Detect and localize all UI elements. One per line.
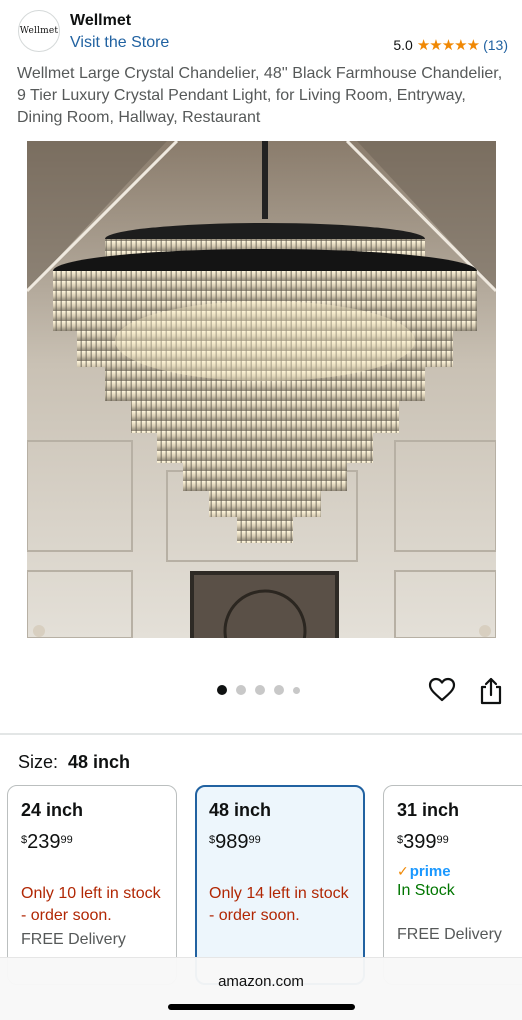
chandelier-illustration xyxy=(27,141,496,638)
share-icon xyxy=(480,677,502,705)
browser-address-bar[interactable]: amazon.com xyxy=(0,957,522,1020)
carousel-dot[interactable] xyxy=(255,685,265,695)
delivery-info: FREE Delivery xyxy=(397,926,502,943)
heart-icon xyxy=(428,677,456,702)
availability: In Stock xyxy=(397,882,455,899)
rating-count[interactable]: (13) xyxy=(483,37,508,53)
variant-price: $ 399 99 xyxy=(397,831,522,853)
price-whole: 239 xyxy=(27,831,61,853)
price-cents: 99 xyxy=(60,834,73,846)
product-title: Wellmet Large Crystal Chandelier, 48'' B… xyxy=(17,65,503,126)
carousel-dot[interactable] xyxy=(236,685,246,695)
stock-warning: Only 14 left in stock - order soon. xyxy=(209,885,349,924)
carousel-dot[interactable] xyxy=(274,685,284,695)
carousel-dot[interactable] xyxy=(293,686,300,694)
variant-name: 31 inch xyxy=(397,800,460,820)
brand-name: Wellmet xyxy=(70,12,132,29)
image-carousel-dots[interactable] xyxy=(217,685,300,695)
visit-store-link[interactable]: Visit the Store xyxy=(70,34,169,52)
star-rating-icon: ★★★★★ xyxy=(416,37,480,54)
share-button[interactable] xyxy=(478,676,504,706)
carousel-dot-active[interactable] xyxy=(217,685,227,695)
variant-price: $ 989 99 xyxy=(209,831,351,853)
home-indicator[interactable] xyxy=(168,1004,355,1010)
selected-size: 48 inch xyxy=(68,752,131,772)
wishlist-button[interactable] xyxy=(428,676,456,704)
variant-card-31-inch[interactable]: 31 inch $ 399 99 ✓ prime In Stock FREE D… xyxy=(383,785,522,985)
delivery-info: FREE Delivery xyxy=(21,931,126,948)
price-cents: 99 xyxy=(248,834,261,846)
price-cents: 99 xyxy=(436,834,449,846)
brand-header: Wellmet Wellmet Visit the Store 5.0 ★★★★… xyxy=(16,8,512,56)
variant-name: 48 inch xyxy=(209,800,272,820)
variant-card-24-inch[interactable]: 24 inch $ 239 99 Only 10 left in stock -… xyxy=(7,785,177,985)
prime-check-icon: ✓ xyxy=(397,863,409,879)
variant-card-48-inch[interactable]: 48 inch $ 989 99 Only 14 left in stock -… xyxy=(195,785,365,985)
section-divider xyxy=(0,733,522,735)
prime-badge: ✓ prime xyxy=(397,863,522,880)
variant-name: 24 inch xyxy=(21,800,84,820)
variant-price: $ 239 99 xyxy=(21,831,163,853)
rating-value: 5.0 xyxy=(393,37,413,53)
domain-label[interactable]: amazon.com xyxy=(0,973,522,990)
prime-label: prime xyxy=(409,863,451,880)
stock-warning: Only 10 left in stock - order soon. xyxy=(21,885,161,924)
price-whole: 989 xyxy=(215,831,249,853)
size-selector-heading: Size: 48 inch xyxy=(18,752,130,773)
size-label: Size: xyxy=(18,752,59,772)
rating-summary[interactable]: 5.0 ★★★★★ (13) xyxy=(393,36,508,54)
price-whole: 399 xyxy=(403,831,437,853)
brand-logo[interactable]: Wellmet xyxy=(18,10,60,52)
product-image[interactable] xyxy=(27,141,496,638)
